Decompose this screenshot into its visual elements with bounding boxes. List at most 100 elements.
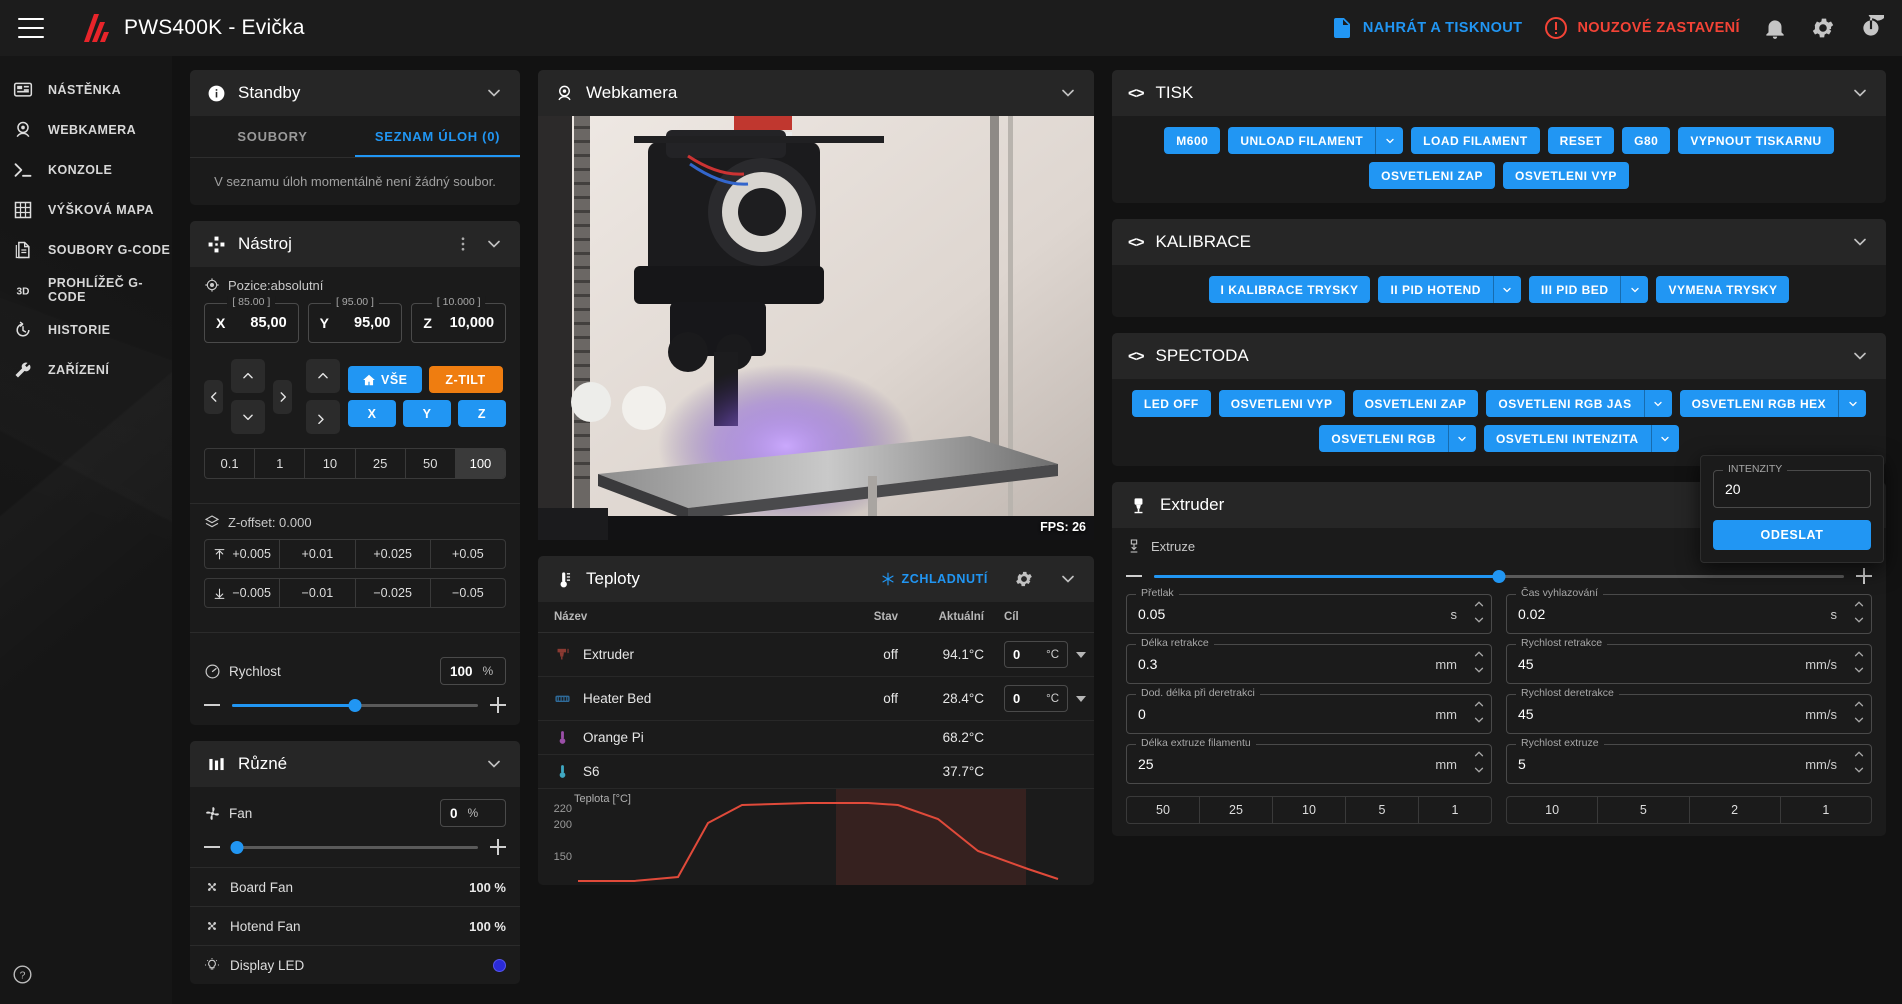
- extrude-length-step[interactable]: 5: [1346, 797, 1419, 823]
- sidebar-item-dashboard[interactable]: NÁSTĚNKA: [0, 70, 172, 110]
- zoffset-up-button[interactable]: +0.005: [205, 540, 281, 568]
- step-size-option[interactable]: 25: [356, 449, 406, 478]
- jog-x-plus-button[interactable]: [273, 379, 292, 414]
- chevron-down-icon[interactable]: [1472, 763, 1486, 777]
- home-z-button[interactable]: Z: [458, 400, 506, 427]
- macro-button-unload-filament[interactable]: UNLOAD FILAMENT: [1228, 127, 1376, 154]
- macro-button-reset[interactable]: RESET: [1547, 127, 1615, 154]
- intensity-input-wrap[interactable]: INTENZITY 20: [1713, 463, 1871, 508]
- target-preset-dropdown-icon[interactable]: [1076, 695, 1086, 702]
- table-row[interactable]: S6 37.7°C: [538, 754, 1094, 789]
- home-x-button[interactable]: X: [348, 400, 396, 427]
- field-pretlak[interactable]: Přetlak 0.05 s: [1126, 587, 1492, 634]
- misc-row-hotend-fan[interactable]: Hotend Fan 100 %: [190, 906, 520, 945]
- macro-button-osvetleni-intenzita[interactable]: OSVETLENI INTENZITA: [1483, 425, 1651, 452]
- speed-increase-icon[interactable]: [490, 697, 506, 713]
- macro-button-vymena-trysky[interactable]: VYMENA TRYSKY: [1656, 276, 1790, 303]
- target-preset-dropdown-icon[interactable]: [1076, 651, 1086, 658]
- macro-button-pid-bed[interactable]: III PID BED: [1528, 276, 1621, 303]
- sidebar-item-devices[interactable]: ZAŘÍZENÍ: [0, 350, 172, 390]
- chevron-down-icon[interactable]: [484, 754, 504, 774]
- macro-button-kalibrace-trysky[interactable]: I KALIBRACE TRYSKY: [1208, 276, 1371, 303]
- chevron-down-icon[interactable]: [1472, 713, 1486, 727]
- chevron-down-icon[interactable]: [1852, 763, 1866, 777]
- display-led-color-swatch[interactable]: [493, 958, 506, 972]
- step-size-option[interactable]: 1: [255, 449, 306, 478]
- chevron-down-icon[interactable]: [1838, 390, 1867, 417]
- field-delka-retrakce[interactable]: Délka retrakce 0.3 mm: [1126, 637, 1492, 684]
- misc-row-board-fan[interactable]: Board Fan 100 %: [190, 867, 520, 906]
- chevron-down-icon[interactable]: [1472, 613, 1486, 627]
- sidebar-help-button[interactable]: ?: [12, 964, 33, 990]
- macro-button-vypnout-tiskarnu[interactable]: VYPNOUT TISKARNU: [1678, 127, 1834, 154]
- chevron-down-icon[interactable]: [1620, 276, 1649, 303]
- stepper-controls[interactable]: [1472, 747, 1486, 777]
- speed-slider-knob[interactable]: [348, 698, 362, 712]
- stepper-controls[interactable]: [1852, 597, 1866, 627]
- more-vertical-icon[interactable]: [454, 235, 472, 253]
- speed-decrease-icon[interactable]: [204, 697, 220, 713]
- chevron-up-icon[interactable]: [1852, 697, 1866, 711]
- zoffset-up-button[interactable]: +0.01: [280, 540, 356, 568]
- extrude-increase-icon[interactable]: [1856, 568, 1872, 584]
- chevron-up-icon[interactable]: [1472, 747, 1486, 761]
- fan-slider-knob[interactable]: [230, 840, 244, 854]
- webcam-stream[interactable]: FPS: 26: [538, 116, 1094, 540]
- stepper-controls[interactable]: [1852, 747, 1866, 777]
- sidebar-item-gcode-files[interactable]: SOUBORY G-CODE: [0, 230, 172, 270]
- chevron-down-icon[interactable]: [1852, 663, 1866, 677]
- stepper-controls[interactable]: [1852, 647, 1866, 677]
- field-rychlost-retrakce[interactable]: Rychlost retrakce 45 mm/s: [1506, 637, 1872, 684]
- macro-button-m600[interactable]: M600: [1164, 127, 1221, 154]
- macro-button-osvetleni-vyp[interactable]: OSVETLENI VYP: [1218, 390, 1345, 417]
- chevron-down-icon[interactable]: [1058, 83, 1078, 103]
- step-size-option-active[interactable]: 100: [455, 449, 505, 478]
- macro-button-osvetleni-rgb-hex[interactable]: OSVETLENI RGB HEX: [1679, 390, 1839, 417]
- extrude-length-step[interactable]: 50: [1127, 797, 1200, 823]
- chevron-down-icon[interactable]: [1650, 425, 1679, 452]
- speed-input[interactable]: 100 %: [440, 657, 506, 685]
- macro-button-led-off[interactable]: LED OFF: [1131, 390, 1211, 417]
- zoffset-down-button[interactable]: −0.01: [280, 579, 356, 607]
- intensity-popup[interactable]: INTENZITY 20 ODESLAT: [1700, 455, 1884, 563]
- zoffset-up-button[interactable]: +0.025: [356, 540, 431, 568]
- chevron-up-icon[interactable]: [1852, 747, 1866, 761]
- stepper-controls[interactable]: [1472, 647, 1486, 677]
- fan-increase-icon[interactable]: [490, 839, 506, 855]
- table-row[interactable]: Orange Pi 68.2°C: [538, 720, 1094, 755]
- sidebar-item-history[interactable]: HISTORIE: [0, 310, 172, 350]
- chevron-down-icon[interactable]: [1850, 346, 1870, 366]
- home-all-button[interactable]: VŠE: [348, 366, 422, 393]
- chevron-down-icon[interactable]: [1492, 276, 1521, 303]
- chevron-down-icon[interactable]: [1472, 663, 1486, 677]
- macro-button-pid-hotend[interactable]: II PID HOTEND: [1378, 276, 1493, 303]
- tab-job-queue[interactable]: SEZNAM ÚLOH (0): [355, 116, 520, 157]
- fan-input[interactable]: 0 %: [440, 799, 506, 827]
- macro-button-osvetleni-rgb[interactable]: OSVETLENI RGB: [1319, 425, 1448, 452]
- jog-y-plus-button[interactable]: [231, 359, 265, 393]
- axis-x[interactable]: [ 85.00 ] X 85,00: [204, 296, 299, 343]
- misc-row-display-led[interactable]: Display LED: [190, 945, 520, 984]
- chevron-down-icon[interactable]: [484, 234, 504, 254]
- chevron-down-icon[interactable]: [1375, 127, 1404, 154]
- step-size-option[interactable]: 10: [305, 449, 356, 478]
- chevron-down-icon[interactable]: [1058, 569, 1078, 589]
- extrude-speed-step[interactable]: 5: [1598, 797, 1690, 823]
- macro-button-g80[interactable]: G80: [1622, 127, 1671, 154]
- chevron-up-icon[interactable]: [1472, 697, 1486, 711]
- fan-decrease-icon[interactable]: [204, 839, 220, 855]
- jog-y-minus-button[interactable]: [231, 400, 265, 434]
- macro-button-load-filament[interactable]: LOAD FILAMENT: [1411, 127, 1540, 154]
- macro-button-osvetleni-zap[interactable]: OSVETLENI ZAP: [1352, 390, 1479, 417]
- zoffset-up-button[interactable]: +0.05: [431, 540, 505, 568]
- zoffset-down-button[interactable]: −0.025: [356, 579, 431, 607]
- step-size-option[interactable]: 50: [406, 449, 456, 478]
- jog-x-minus-button[interactable]: [204, 379, 223, 414]
- chevron-down-icon[interactable]: [1850, 83, 1870, 103]
- zoffset-down-button[interactable]: −0.005: [205, 579, 281, 607]
- speed-slider[interactable]: [232, 698, 478, 712]
- emergency-stop-button[interactable]: NOUZOVÉ ZASTAVENÍ: [1544, 16, 1740, 40]
- stepper-controls[interactable]: [1472, 597, 1486, 627]
- macro-button-osvetleni-rgb-jas[interactable]: OSVETLENI RGB JAS: [1486, 390, 1644, 417]
- fan-slider[interactable]: [230, 840, 478, 854]
